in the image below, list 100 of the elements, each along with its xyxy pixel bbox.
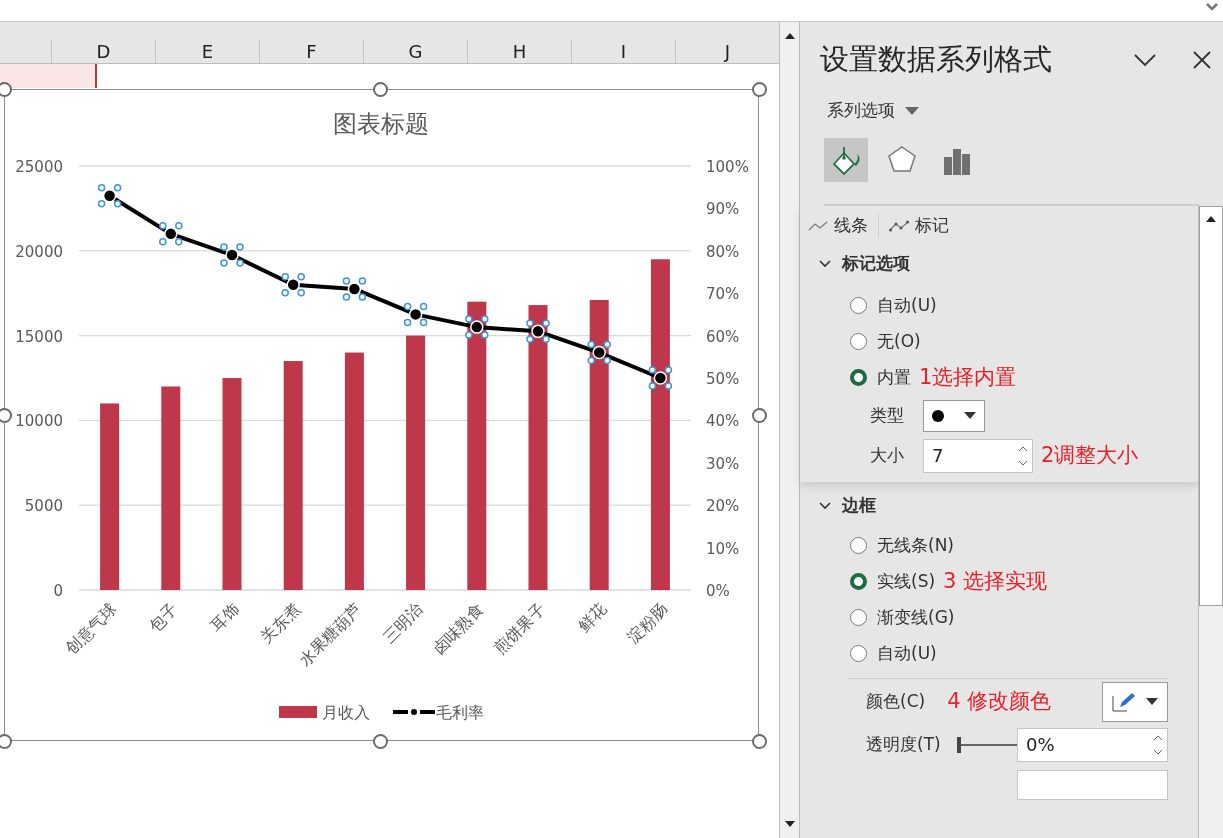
selected-marker[interactable] xyxy=(587,340,611,365)
radio-button[interactable] xyxy=(850,333,867,350)
pane-title: 设置数据系列格式 xyxy=(820,41,1052,79)
color-picker-button[interactable] xyxy=(1102,681,1168,722)
annotation-text: 4 修改颜色 xyxy=(947,687,1052,715)
radio-label[interactable]: 实线(S) xyxy=(877,568,936,595)
selected-marker[interactable] xyxy=(403,302,428,327)
point xyxy=(653,371,668,385)
radio-label[interactable]: 自动(U) xyxy=(877,640,937,667)
radio-button[interactable] xyxy=(850,645,867,662)
transparency-slider[interactable] xyxy=(957,736,1017,753)
chevron-down-icon[interactable] xyxy=(1133,53,1157,67)
radio-button[interactable] xyxy=(850,537,867,554)
column-header[interactable]: F xyxy=(259,40,363,63)
category-label: 包子 xyxy=(145,599,182,636)
selected-marker[interactable] xyxy=(342,277,367,301)
radio-label[interactable]: 渐变线(G) xyxy=(877,604,955,631)
caret-icon xyxy=(1146,698,1158,705)
point xyxy=(347,282,362,296)
category-label: 耳饰 xyxy=(206,599,243,636)
axis-label: 50% xyxy=(706,370,740,388)
category-label: 卤味熟食 xyxy=(428,599,488,659)
field-label: 类型 xyxy=(870,403,905,427)
axis-label: 5000 xyxy=(24,497,63,516)
sub-tab[interactable]: 标记 xyxy=(878,212,949,239)
section-header[interactable]: 边框 xyxy=(842,492,876,519)
point xyxy=(408,307,423,322)
legend-label: 月收入 xyxy=(322,703,370,722)
radio-label[interactable]: 自动(U) xyxy=(877,292,937,319)
axis-label: 90% xyxy=(706,200,740,219)
legend-swatch xyxy=(279,706,317,718)
axis-label: 15000 xyxy=(15,327,63,346)
radio-button[interactable] xyxy=(850,297,867,314)
chart-title: 图表标题 xyxy=(332,110,429,138)
category-label: 鲜花 xyxy=(573,599,611,636)
marker-type-dropdown[interactable] xyxy=(923,399,985,432)
field-label: 大小 xyxy=(870,443,905,467)
scroll-up-icon[interactable] xyxy=(1205,214,1217,223)
pencil-icon xyxy=(1112,691,1136,712)
column-header[interactable]: G xyxy=(363,40,467,63)
sub-tab[interactable]: 线条 xyxy=(808,212,868,239)
point xyxy=(592,345,606,360)
selected-marker[interactable] xyxy=(465,315,489,339)
section-header[interactable]: 标记选项 xyxy=(842,250,910,277)
selected-marker[interactable] xyxy=(281,272,305,297)
radio-label[interactable]: 无线条(N) xyxy=(877,532,954,559)
legend-label: 毛利率 xyxy=(436,703,484,722)
point xyxy=(531,324,545,339)
axis-label: 25000 xyxy=(15,158,63,176)
axis-label: 100% xyxy=(706,158,749,176)
annotation-text: 1选择内置 xyxy=(919,363,1017,391)
column-header[interactable]: D xyxy=(51,40,155,63)
series-options-menu[interactable]: 系列选项 xyxy=(827,98,919,124)
legend-line-icon xyxy=(393,709,435,715)
axis-label: 20000 xyxy=(15,242,63,261)
axis-label: 40% xyxy=(706,412,740,431)
selected-marker[interactable] xyxy=(648,366,673,390)
annotation-text: 2调整大小 xyxy=(1041,441,1139,469)
point xyxy=(470,320,484,334)
selected-marker[interactable] xyxy=(159,222,183,246)
input-field[interactable] xyxy=(1017,769,1168,800)
radio-label[interactable]: 内置 xyxy=(877,364,911,391)
axis-label: 0% xyxy=(706,582,730,600)
axis-label: 60% xyxy=(706,327,740,346)
column-header[interactable]: I xyxy=(571,40,675,63)
point xyxy=(164,227,178,241)
annotation-text: 3 选择实现 xyxy=(943,567,1048,595)
axis-label: 10% xyxy=(706,539,740,558)
caret-icon xyxy=(964,412,976,419)
scroll-down-icon[interactable] xyxy=(783,820,796,828)
slider-thumb[interactable] xyxy=(957,736,961,753)
fill-tab[interactable] xyxy=(824,137,868,182)
radio-button[interactable] xyxy=(850,573,867,590)
field-label: 透明度(T) xyxy=(866,732,942,756)
axis-label: 80% xyxy=(706,242,740,261)
close-icon[interactable] xyxy=(1193,51,1211,69)
category-label: 淀粉肠 xyxy=(623,599,672,647)
radio-label[interactable]: 无(O) xyxy=(877,328,921,355)
axis-label: 0 xyxy=(53,582,63,600)
axis-label: 30% xyxy=(706,454,740,473)
selected-marker[interactable] xyxy=(220,243,244,267)
column-header[interactable]: H xyxy=(467,40,571,63)
point xyxy=(102,188,117,203)
radio-button[interactable] xyxy=(850,609,867,626)
radio-button[interactable] xyxy=(850,369,867,386)
scroll-up-icon[interactable] xyxy=(783,32,796,40)
transparency-field[interactable]: 0% xyxy=(1017,727,1168,762)
selected-marker[interactable] xyxy=(97,183,122,208)
point xyxy=(286,277,300,292)
table-cell[interactable] xyxy=(0,64,97,88)
category-label: 煎饼果子 xyxy=(490,599,549,659)
field-label: 颜色(C) xyxy=(866,689,926,713)
column-header[interactable]: E xyxy=(155,40,259,63)
size-spinner[interactable]: 7 xyxy=(923,438,1033,473)
chevron-down-icon[interactable] xyxy=(1205,2,1219,12)
category-label: 三明治 xyxy=(379,599,427,647)
category-label: 关东煮 xyxy=(256,599,305,647)
selected-marker[interactable] xyxy=(526,319,550,344)
chart-area[interactable]: 图表标题 0 5000 10000 15000 20000 25000 0% 10% 20% 30% 40% 50% 60% 70% 80% 90% 100% 创意气球 包子 耳饰 关东煮 水果糖葫芦 三明治 卤味熟食 煎饼果子 鲜花 淀粉肠 月收入 毛利率 xyxy=(4,89,759,741)
axis-label: 70% xyxy=(706,285,740,304)
